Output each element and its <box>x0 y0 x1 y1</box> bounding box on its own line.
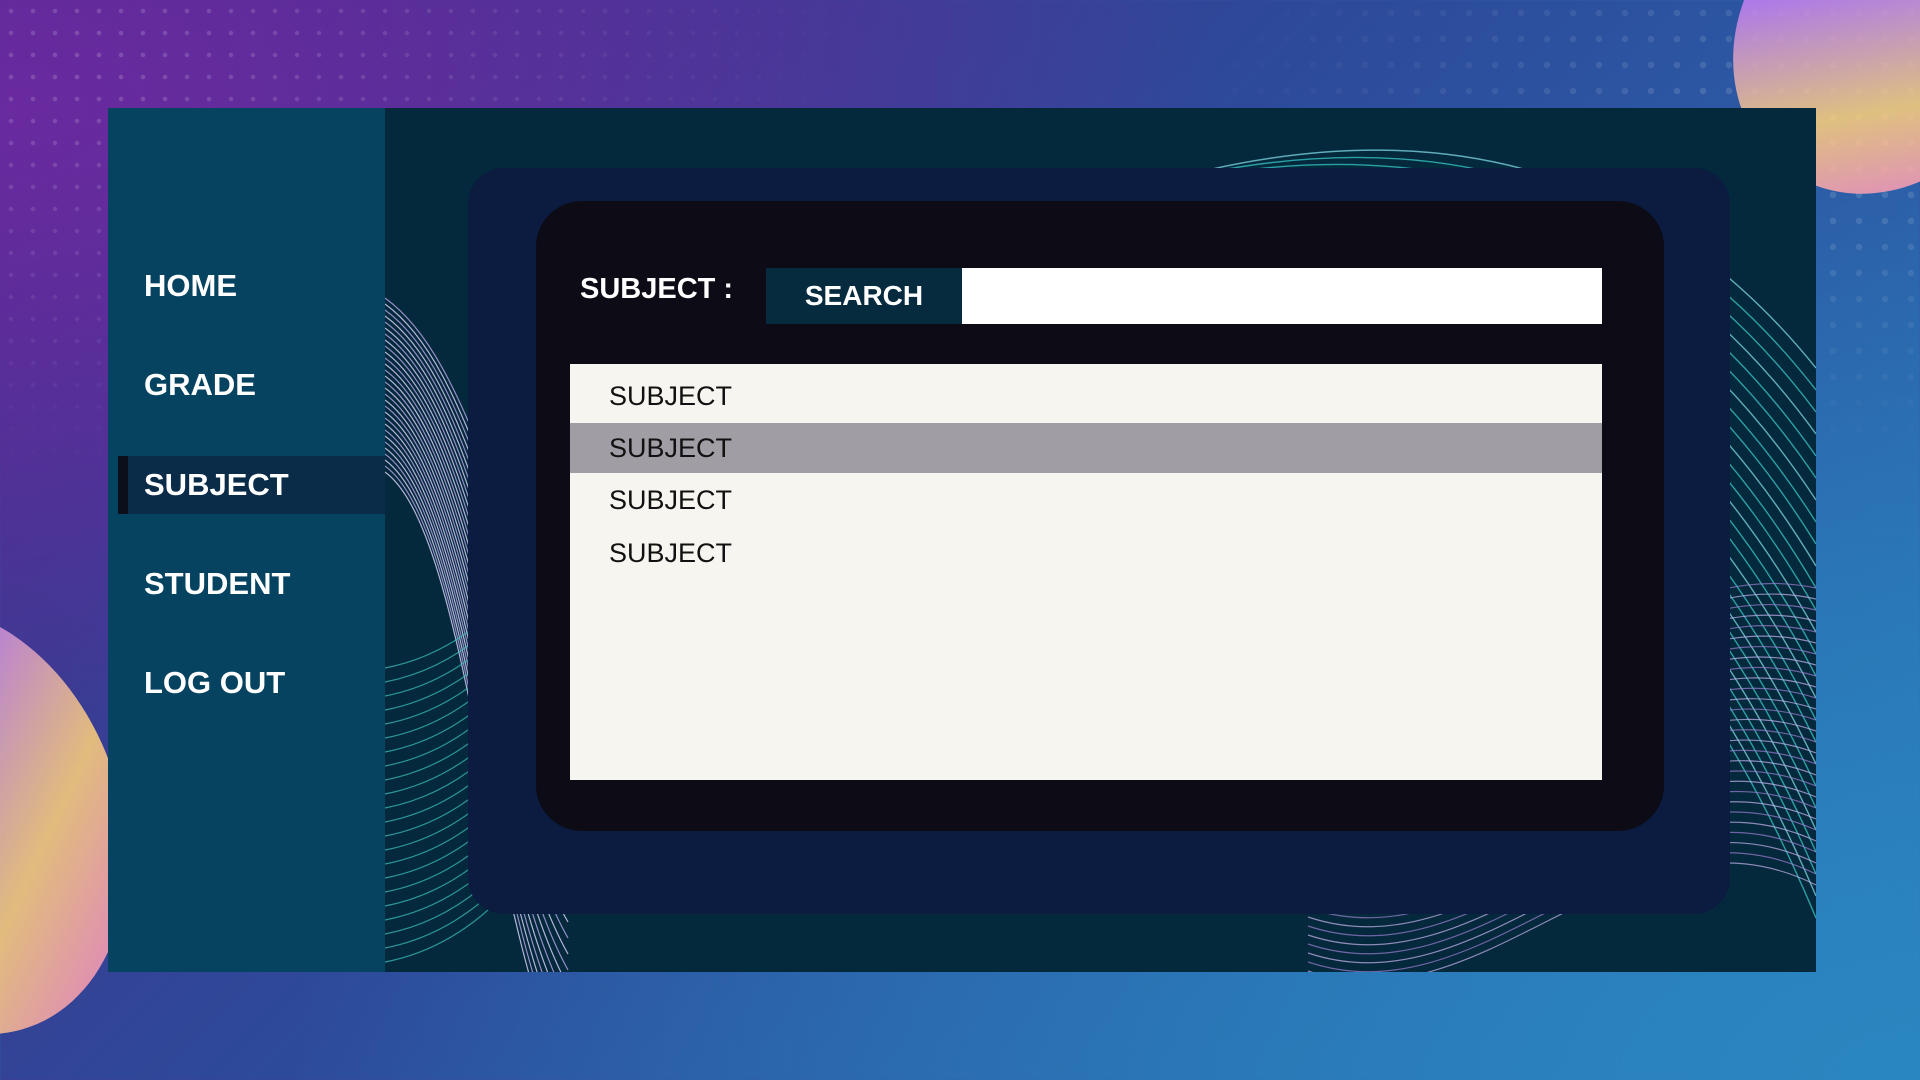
list-item[interactable]: SUBJECT <box>570 423 1602 473</box>
app-window: HOME GRADE SUBJECT STUDENT LOG OUT SUBJE… <box>108 108 1816 972</box>
search-input[interactable] <box>962 268 1602 324</box>
sidebar-item-logout[interactable]: LOG OUT <box>118 654 385 712</box>
sidebar-item-grade[interactable]: GRADE <box>118 356 385 414</box>
list-item[interactable]: SUBJECT <box>570 528 1602 578</box>
sidebar: HOME GRADE SUBJECT STUDENT LOG OUT <box>108 108 385 972</box>
list-item[interactable]: SUBJECT <box>570 371 1602 421</box>
sidebar-item-subject[interactable]: SUBJECT <box>118 456 385 514</box>
subject-list: SUBJECT SUBJECT SUBJECT SUBJECT <box>570 364 1602 780</box>
sidebar-item-student[interactable]: STUDENT <box>118 555 385 613</box>
subject-panel: SUBJECT : SEARCH SUBJECT SUBJECT SUBJECT… <box>536 201 1664 831</box>
sidebar-item-home[interactable]: HOME <box>118 257 385 315</box>
search-button[interactable]: SEARCH <box>766 268 962 324</box>
list-item[interactable]: SUBJECT <box>570 475 1602 525</box>
subject-label: SUBJECT : <box>580 273 734 305</box>
